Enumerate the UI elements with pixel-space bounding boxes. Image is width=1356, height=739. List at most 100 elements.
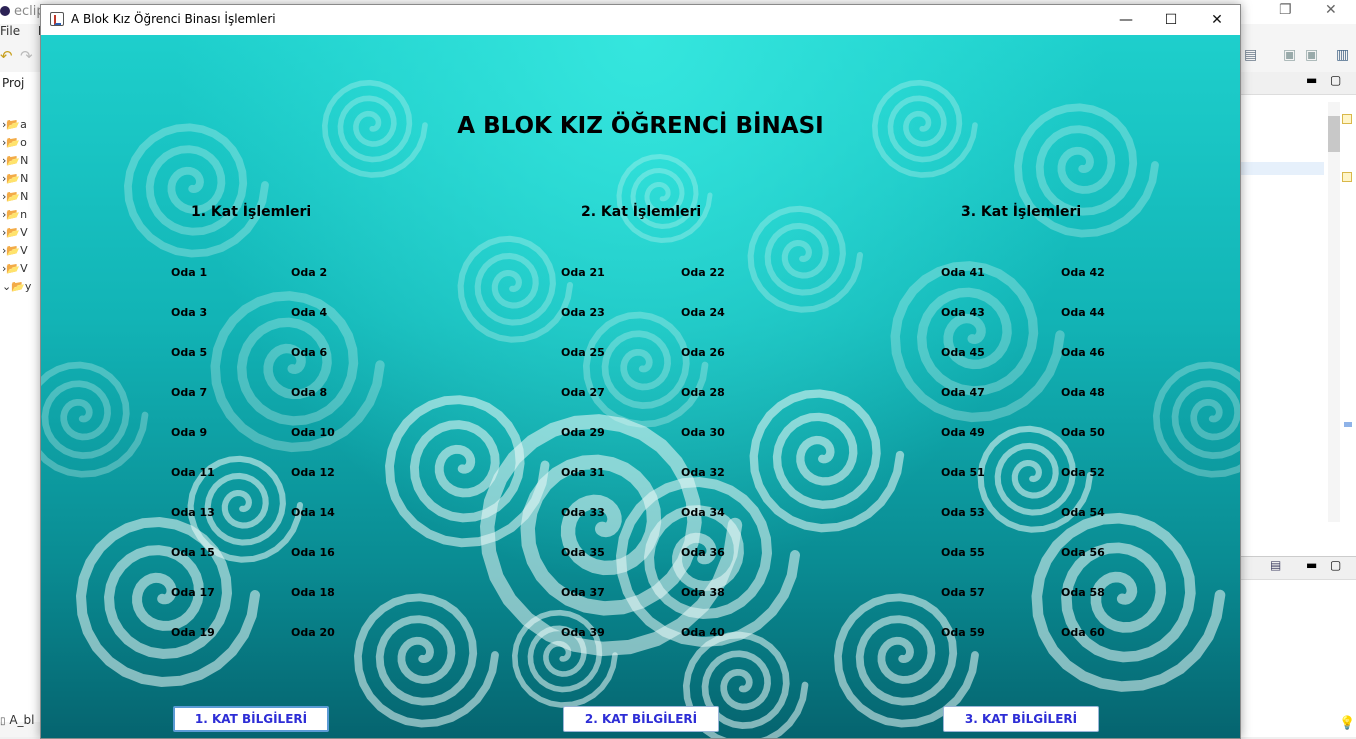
room-48[interactable]: Oda 48 xyxy=(1061,386,1105,399)
room-59[interactable]: Oda 59 xyxy=(941,626,985,639)
tree-item[interactable]: ⌄📂y xyxy=(0,280,40,298)
room-40[interactable]: Oda 40 xyxy=(681,626,725,639)
room-19[interactable]: Oda 19 xyxy=(171,626,215,639)
room-36[interactable]: Oda 36 xyxy=(681,546,725,559)
tree-item[interactable]: ›📂N xyxy=(0,190,40,208)
minimize-button[interactable]: — xyxy=(1103,5,1149,35)
new-console-icon[interactable]: ▤ xyxy=(1270,558,1281,572)
close-button[interactable]: ✕ xyxy=(1194,5,1240,35)
room-15[interactable]: Oda 15 xyxy=(171,546,215,559)
lightbulb-icon[interactable]: 💡 xyxy=(1339,716,1355,731)
undo-icon[interactable]: ↶ xyxy=(0,47,13,65)
tree-item[interactable]: ›📂o xyxy=(0,136,40,154)
room-37[interactable]: Oda 37 xyxy=(561,586,605,599)
maximize-console-icon[interactable]: ▢ xyxy=(1330,558,1341,572)
room-4[interactable]: Oda 4 xyxy=(291,306,327,319)
tree-item[interactable]: ›📂a xyxy=(0,118,40,136)
room-44[interactable]: Oda 44 xyxy=(1061,306,1105,319)
warning-marker-icon[interactable] xyxy=(1342,172,1352,182)
tree-item[interactable]: ›📂V xyxy=(0,262,40,280)
tree-item[interactable]: ›📂N xyxy=(0,172,40,190)
tree-item[interactable]: ›📂n xyxy=(0,208,40,226)
binary-icon[interactable]: ▥ xyxy=(1336,47,1349,63)
outline-scrollbar[interactable] xyxy=(1328,102,1340,522)
room-50[interactable]: Oda 50 xyxy=(1061,426,1105,439)
room-13[interactable]: Oda 13 xyxy=(171,506,215,519)
room-31[interactable]: Oda 31 xyxy=(561,466,605,479)
room-29[interactable]: Oda 29 xyxy=(561,426,605,439)
eclipse-restore-icon[interactable]: ❐ xyxy=(1279,2,1292,18)
room-2[interactable]: Oda 2 xyxy=(291,266,327,279)
room-27[interactable]: Oda 27 xyxy=(561,386,605,399)
room-57[interactable]: Oda 57 xyxy=(941,586,985,599)
new-window-icon[interactable]: ▤ xyxy=(1244,47,1257,63)
room-9[interactable]: Oda 9 xyxy=(171,426,207,439)
room-21[interactable]: Oda 21 xyxy=(561,266,605,279)
room-52[interactable]: Oda 52 xyxy=(1061,466,1105,479)
room-38[interactable]: Oda 38 xyxy=(681,586,725,599)
floor-1-info-button[interactable]: 1. KAT BİLGİLERİ xyxy=(173,706,329,732)
room-7[interactable]: Oda 7 xyxy=(171,386,207,399)
project-explorer-tab[interactable]: Proj xyxy=(2,76,24,90)
room-51[interactable]: Oda 51 xyxy=(941,466,985,479)
room-11[interactable]: Oda 11 xyxy=(171,466,215,479)
room-18[interactable]: Oda 18 xyxy=(291,586,335,599)
room-56[interactable]: Oda 56 xyxy=(1061,546,1105,559)
room-3[interactable]: Oda 3 xyxy=(171,306,207,319)
room-8[interactable]: Oda 8 xyxy=(291,386,327,399)
room-55[interactable]: Oda 55 xyxy=(941,546,985,559)
save-all-icon[interactable]: ▣ xyxy=(1305,47,1318,63)
room-35[interactable]: Oda 35 xyxy=(561,546,605,559)
minimize-view-icon[interactable]: ▬ xyxy=(1306,73,1317,87)
room-20[interactable]: Oda 20 xyxy=(291,626,335,639)
room-1[interactable]: Oda 1 xyxy=(171,266,207,279)
redo-icon[interactable]: ↷ xyxy=(20,47,33,65)
room-34[interactable]: Oda 34 xyxy=(681,506,725,519)
tree-item[interactable]: ›📂N xyxy=(0,154,40,172)
room-12[interactable]: Oda 12 xyxy=(291,466,335,479)
room-58[interactable]: Oda 58 xyxy=(1061,586,1105,599)
tree-item[interactable]: ›📂V xyxy=(0,244,40,262)
room-30[interactable]: Oda 30 xyxy=(681,426,725,439)
save-icon[interactable]: ▣ xyxy=(1283,47,1296,63)
room-60[interactable]: Oda 60 xyxy=(1061,626,1105,639)
room-22[interactable]: Oda 22 xyxy=(681,266,725,279)
room-24[interactable]: Oda 24 xyxy=(681,306,725,319)
room-42[interactable]: Oda 42 xyxy=(1061,266,1105,279)
warning-marker-icon[interactable] xyxy=(1342,114,1352,124)
outline-scroll-thumb[interactable] xyxy=(1328,116,1340,152)
room-23[interactable]: Oda 23 xyxy=(561,306,605,319)
room-6[interactable]: Oda 6 xyxy=(291,346,327,359)
tree-item[interactable]: ›📂V xyxy=(0,226,40,244)
room-14[interactable]: Oda 14 xyxy=(291,506,335,519)
room-33[interactable]: Oda 33 xyxy=(561,506,605,519)
maximize-view-icon[interactable]: ▢ xyxy=(1330,73,1341,87)
outline-header: ▬ ▢ xyxy=(1240,72,1356,95)
room-47[interactable]: Oda 47 xyxy=(941,386,985,399)
room-53[interactable]: Oda 53 xyxy=(941,506,985,519)
room-25[interactable]: Oda 25 xyxy=(561,346,605,359)
room-43[interactable]: Oda 43 xyxy=(941,306,985,319)
room-5[interactable]: Oda 5 xyxy=(171,346,207,359)
room-49[interactable]: Oda 49 xyxy=(941,426,985,439)
room-46[interactable]: Oda 46 xyxy=(1061,346,1105,359)
swirl-ornament xyxy=(582,311,709,428)
maximize-button[interactable]: ☐ xyxy=(1148,5,1194,35)
room-32[interactable]: Oda 32 xyxy=(681,466,725,479)
room-54[interactable]: Oda 54 xyxy=(1061,506,1105,519)
room-17[interactable]: Oda 17 xyxy=(171,586,215,599)
room-16[interactable]: Oda 16 xyxy=(291,546,335,559)
room-10[interactable]: Oda 10 xyxy=(291,426,335,439)
eclipse-menu-file[interactable]: File xyxy=(0,24,20,38)
floor-2-info-button[interactable]: 2. KAT BİLGİLERİ xyxy=(563,706,719,732)
floor-3-info-button[interactable]: 3. KAT BİLGİLERİ xyxy=(943,706,1099,732)
room-28[interactable]: Oda 28 xyxy=(681,386,725,399)
room-41[interactable]: Oda 41 xyxy=(941,266,985,279)
eclipse-close-icon[interactable]: ✕ xyxy=(1325,2,1337,18)
room-45[interactable]: Oda 45 xyxy=(941,346,985,359)
minimize-console-icon[interactable]: ▬ xyxy=(1306,558,1317,572)
room-39[interactable]: Oda 39 xyxy=(561,626,605,639)
java-app-icon xyxy=(50,12,64,26)
room-26[interactable]: Oda 26 xyxy=(681,346,725,359)
occurrence-marker-icon[interactable] xyxy=(1344,422,1352,427)
